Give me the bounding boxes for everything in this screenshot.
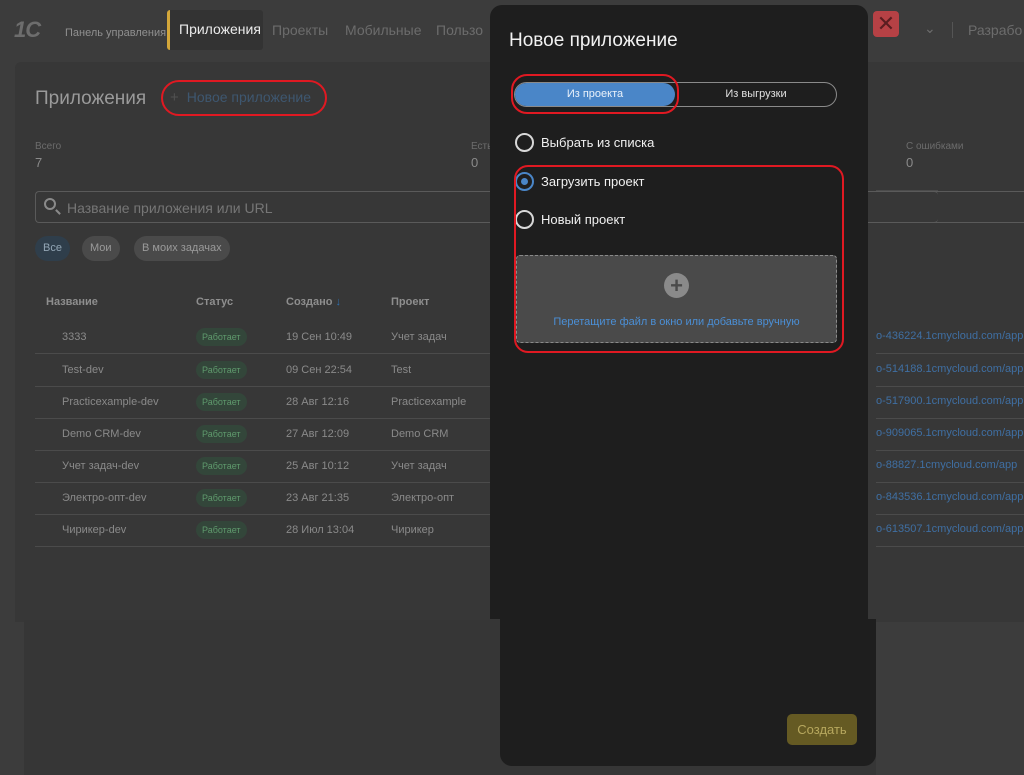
app-name: 3333 xyxy=(62,331,87,343)
search-icon xyxy=(44,198,56,210)
search-placeholder: Название приложения или URL xyxy=(67,200,273,216)
close-icon[interactable]: ✕ xyxy=(873,11,899,37)
radio-select-from-list[interactable] xyxy=(515,133,534,152)
table-row[interactable]: 3333 Работает 19 Сен 10:49 Учет задач xyxy=(35,321,490,354)
page-title: Приложения xyxy=(35,88,147,109)
divider xyxy=(952,22,953,38)
table-row-url-cell[interactable]: o-517900.1cmycloud.com/app xyxy=(876,386,1024,419)
created-date: 28 Авг 12:16 xyxy=(286,396,350,408)
status-badge: Работает xyxy=(196,489,247,507)
logo-1c[interactable]: 1С xyxy=(14,17,41,43)
table-row-url-cell[interactable]: o-88827.1cmycloud.com/app xyxy=(876,450,1024,483)
app-name: Учет задач-dev xyxy=(62,460,140,472)
table-row[interactable]: Test-dev Работает 09 Сен 22:54 Test xyxy=(35,354,490,387)
table-row-url-cell[interactable]: o-514188.1cmycloud.com/app xyxy=(876,354,1024,387)
project-name: Электро-опт xyxy=(391,492,455,504)
app-name: Test-dev xyxy=(62,364,104,376)
table-row-url-cell[interactable]: o-909065.1cmycloud.com/app xyxy=(876,418,1024,451)
dropzone-hint[interactable]: Перетащите файл в окно или добавьте вруч… xyxy=(517,316,836,328)
app-url-link[interactable]: o-88827.1cmycloud.com/app xyxy=(876,459,1017,471)
project-name: Demo CRM xyxy=(391,428,449,440)
radio-label-new-project[interactable]: Новый проект xyxy=(541,212,625,227)
table-row-url-cell[interactable]: o-613507.1cmycloud.com/app xyxy=(876,514,1024,547)
stat-total-value: 7 xyxy=(35,155,43,170)
create-button[interactable]: Создать xyxy=(787,714,857,745)
stat-errors-label: С ошибками xyxy=(906,141,964,152)
created-date: 23 Авг 21:35 xyxy=(286,492,350,504)
status-badge: Работает xyxy=(196,457,247,475)
table-row-url-cell[interactable]: o-843536.1cmycloud.com/app xyxy=(876,482,1024,515)
radio-new-project[interactable] xyxy=(515,210,534,229)
sort-arrow-icon: ↓ xyxy=(335,296,341,308)
file-dropzone[interactable]: + Перетащите файл в окно или добавьте вр… xyxy=(516,255,837,343)
plus-icon: + xyxy=(170,89,179,106)
created-date: 27 Авг 12:09 xyxy=(286,428,350,440)
table-row-url-cell[interactable]: o-436224.1cmycloud.com/app xyxy=(876,321,1024,354)
table-row[interactable]: Demo CRM-dev Работает 27 Авг 12:09 Demo … xyxy=(35,418,490,451)
stat-errors-value: 0 xyxy=(906,155,914,170)
chevron-down-icon[interactable]: ⌄ xyxy=(924,20,936,37)
tab-from-project[interactable]: Из проекта xyxy=(515,83,675,106)
project-name: Учет задач xyxy=(391,331,447,343)
project-name: Учет задач xyxy=(391,460,447,472)
table-row[interactable]: Учет задач-dev Работает 25 Авг 10:12 Уче… xyxy=(35,450,490,483)
filter-my-tasks[interactable]: В моих задачах xyxy=(134,236,230,261)
status-badge: Работает xyxy=(196,328,247,346)
nav-item-users[interactable]: Пользо xyxy=(436,22,483,38)
radio-label-upload-project[interactable]: Загрузить проект xyxy=(541,174,645,189)
status-badge: Работает xyxy=(196,425,247,443)
column-header-project[interactable]: Проект xyxy=(391,296,429,308)
add-file-icon[interactable]: + xyxy=(664,273,689,298)
app-url-link[interactable]: o-613507.1cmycloud.com/app xyxy=(876,523,1023,535)
created-date: 19 Сен 10:49 xyxy=(286,331,353,343)
app-url-link[interactable]: o-436224.1cmycloud.com/app xyxy=(876,330,1023,342)
status-badge: Работает xyxy=(196,361,247,379)
source-tab-switch: Из проекта Из выгрузки xyxy=(514,82,837,107)
filter-all[interactable]: Все xyxy=(35,236,70,261)
app-name: Practicexample-dev xyxy=(62,396,159,408)
stat-exists-value: 0 xyxy=(471,155,479,170)
table-row[interactable]: Чирикер-dev Работает 28 Июл 13:04 Чирике… xyxy=(35,514,490,547)
radio-label-select-from-list[interactable]: Выбрать из списка xyxy=(541,135,654,150)
nav-item-developer[interactable]: Разрабо xyxy=(968,22,1022,38)
created-date: 09 Сен 22:54 xyxy=(286,364,353,376)
filter-mine[interactable]: Мои xyxy=(82,236,120,261)
app-name: Электро-опт-dev xyxy=(62,492,147,504)
new-application-label: Новое приложение xyxy=(186,89,312,105)
stat-total-label: Всего xyxy=(35,141,62,152)
control-panel-label[interactable]: Панель управления xyxy=(65,27,166,39)
column-header-status[interactable]: Статус xyxy=(196,296,233,308)
app-url-link[interactable]: o-843536.1cmycloud.com/app xyxy=(876,491,1023,503)
table-row[interactable]: Practicexample-dev Работает 28 Авг 12:16… xyxy=(35,386,490,419)
created-date: 28 Июл 13:04 xyxy=(286,524,355,536)
column-header-name[interactable]: Название xyxy=(46,296,98,308)
status-badge: Работает xyxy=(196,393,247,411)
created-date: 25 Авг 10:12 xyxy=(286,460,350,472)
app-name: Demo CRM-dev xyxy=(62,428,141,440)
app-url-link[interactable]: o-517900.1cmycloud.com/app xyxy=(876,395,1023,407)
new-application-button[interactable]: + Новое приложение xyxy=(170,89,311,106)
nav-item-applications[interactable]: Приложения xyxy=(167,10,263,50)
column-header-created[interactable]: Создано ↓ xyxy=(286,296,341,308)
app-name: Чирикер-dev xyxy=(62,524,127,536)
app-url-link[interactable]: o-909065.1cmycloud.com/app xyxy=(876,427,1023,439)
radio-upload-project[interactable] xyxy=(515,172,534,191)
status-badge: Работает xyxy=(196,521,247,539)
tab-from-export[interactable]: Из выгрузки xyxy=(675,83,837,106)
nav-item-projects[interactable]: Проекты xyxy=(272,22,328,38)
table-row[interactable]: Электро-опт-dev Работает 23 Авг 21:35 Эл… xyxy=(35,482,490,515)
project-name: Practicexample xyxy=(391,396,467,408)
project-name: Test xyxy=(391,364,412,376)
dialog-title: Новое приложение xyxy=(509,30,678,51)
project-name: Чирикер xyxy=(391,524,434,536)
app-url-link[interactable]: o-514188.1cmycloud.com/app xyxy=(876,363,1023,375)
nav-item-mobile[interactable]: Мобильные xyxy=(345,22,422,38)
